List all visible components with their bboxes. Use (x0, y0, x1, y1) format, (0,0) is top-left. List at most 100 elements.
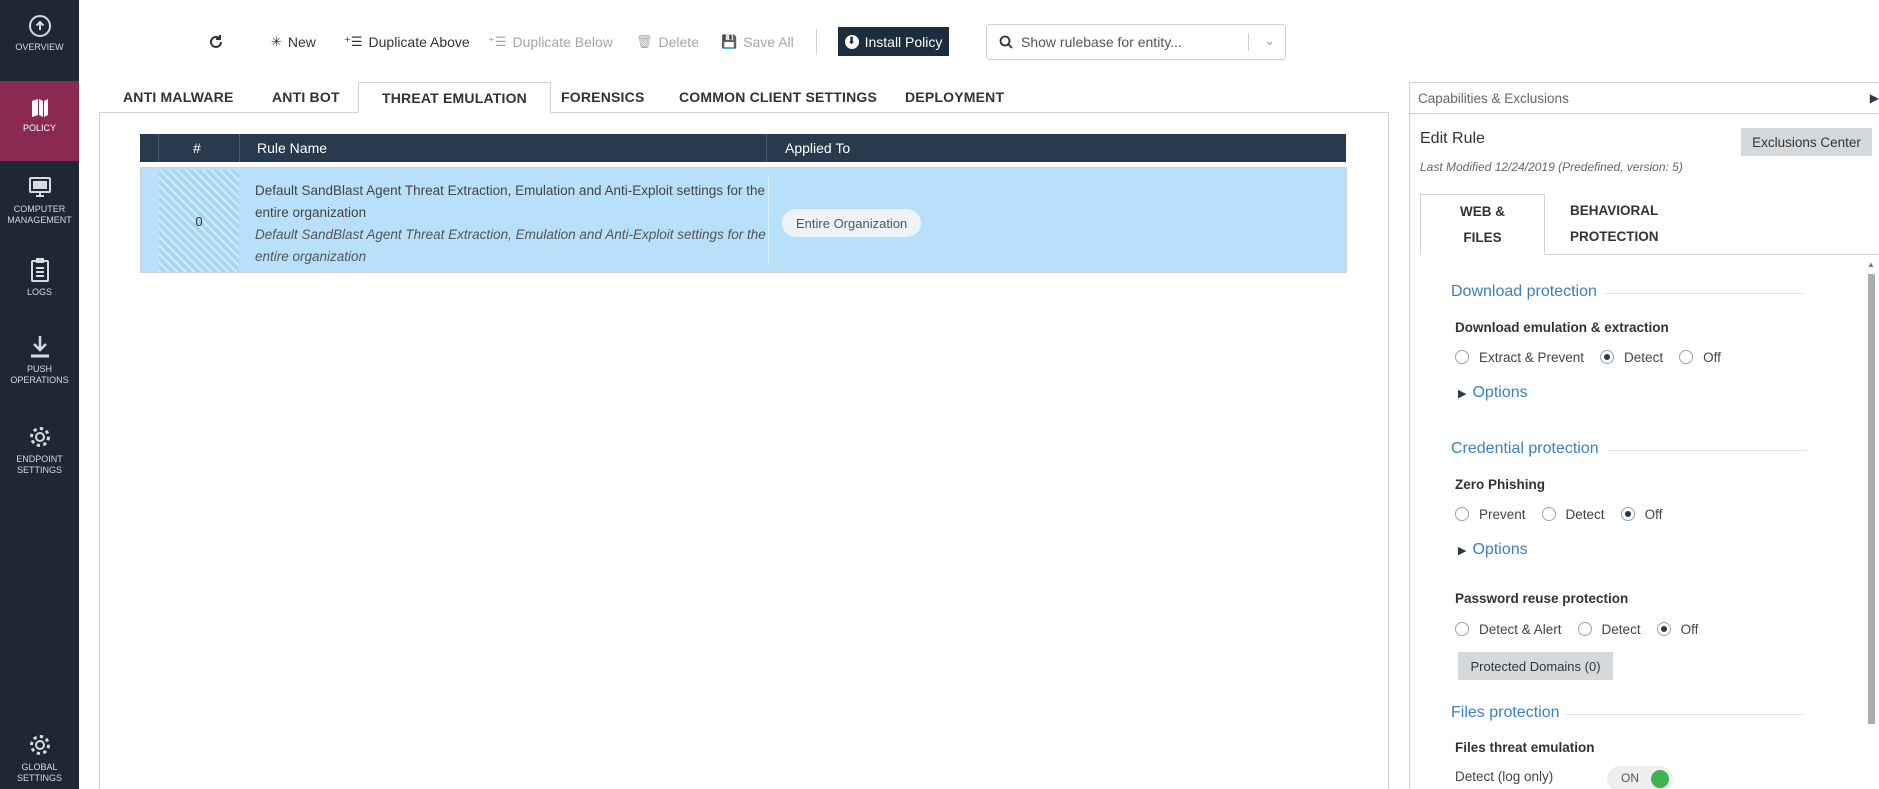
tab-deployment[interactable]: DEPLOYMENT (905, 82, 1004, 112)
sidebar-item-label: OVERVIEW (15, 42, 64, 52)
exclusions-center-button[interactable]: Exclusions Center (1741, 128, 1872, 156)
radio-off[interactable]: Off (1620, 506, 1663, 522)
triangle-right-icon: ▶ (1458, 545, 1467, 557)
overview-icon (28, 15, 51, 37)
radio-dot (1455, 350, 1469, 364)
download-options-link[interactable]: ▶ Options (1458, 384, 1528, 402)
radio-label: Off (1644, 506, 1663, 522)
detect-log-only-label: Detect (log only) (1455, 769, 1554, 784)
capabilities-header: Capabilities & Exclusions ▶ (1409, 82, 1879, 114)
right-panel-scrollbar[interactable]: ▲ (1866, 260, 1876, 789)
chevron-down-icon[interactable]: ⌄ (1264, 33, 1275, 49)
column-header-rule-name[interactable]: Rule Name (257, 140, 327, 156)
sidebar-item-label: PUSH OPERATIONS (10, 364, 69, 385)
tab-behavioral-protection[interactable]: BEHAVIORAL PROTECTION (1570, 194, 1659, 255)
delete-button[interactable]: 🗑 Delete (636, 30, 699, 54)
column-header-applied-to[interactable]: Applied To (785, 140, 850, 156)
new-label: New (287, 34, 316, 50)
radio-dot (1455, 622, 1469, 636)
section-title-download-protection: Download protection (1451, 283, 1597, 300)
duplicate-above-label: Duplicate Above (368, 34, 470, 50)
password-reuse-radio-group: Detect & Alert Detect Off (1455, 619, 1714, 639)
computer-icon (28, 177, 51, 197)
trash-icon: 🗑 (636, 34, 653, 49)
policy-icon (31, 99, 48, 117)
sidebar-item-global-settings[interactable]: GLOBAL SETTINGS (0, 732, 79, 784)
options-label: Options (1472, 384, 1528, 401)
save-all-button[interactable]: 💾 Save All (721, 30, 794, 54)
protected-domains-button[interactable]: Protected Domains (0) (1458, 652, 1613, 680)
sidebar-item-label: GLOBAL SETTINGS (16, 762, 62, 783)
radio-label: Prevent (1479, 506, 1526, 522)
radio-label: Detect & Alert (1479, 621, 1562, 637)
zero-phishing-options-link[interactable]: ▶ Options (1458, 541, 1528, 559)
duplicate-above-button[interactable]: ⁺☰ Duplicate Above (344, 30, 470, 54)
rule-name: Default SandBlast Agent Threat Extractio… (255, 183, 766, 220)
password-reuse-title: Password reuse protection (1455, 591, 1629, 606)
sidebar-item-label: ENDPOINT SETTINGS (16, 454, 63, 475)
rulebase-search-input[interactable]: Show rulebase for entity... ⌄ (986, 24, 1286, 60)
tab-forensics[interactable]: FORENSICS (561, 82, 644, 112)
rule-name-cell[interactable]: Default SandBlast Agent Threat Extractio… (255, 180, 775, 268)
column-divider (239, 134, 240, 162)
sidebar-item-endpoint-settings[interactable]: ENDPOINT SETTINGS (0, 424, 79, 476)
install-policy-button[interactable]: ⬇ Install Policy (838, 27, 949, 56)
toolbar-divider (816, 29, 817, 55)
sidebar-item-label: LOGS (26, 287, 52, 297)
tab-behavioral-protection-line1: BEHAVIORAL (1570, 203, 1659, 218)
radio-dot (1541, 507, 1556, 521)
sidebar-item-label: COMPUTER MANAGEMENT (7, 204, 72, 225)
tab-common-client-settings[interactable]: COMMON CLIENT SETTINGS (679, 82, 877, 112)
radio-detect[interactable]: Detect (1600, 350, 1663, 365)
download-emulation-radio-group: Extract & Prevent Detect Off (1455, 347, 1737, 367)
new-button[interactable]: ✳ New (271, 30, 316, 54)
files-threat-emulation-title: Files threat emulation (1455, 740, 1595, 755)
radio-dot (1577, 622, 1592, 636)
triangle-right-icon: ▶ (1458, 388, 1467, 400)
radio-dot (1679, 350, 1694, 364)
tab-anti-bot[interactable]: ANTI BOT (272, 82, 340, 112)
zero-phishing-radio-group: Prevent Detect Off (1455, 504, 1678, 524)
radio-prevent[interactable]: Prevent (1455, 507, 1526, 522)
table-row[interactable]: 0 Default SandBlast Agent Threat Extract… (140, 167, 1347, 273)
radio-detect[interactable]: Detect (1541, 506, 1605, 522)
sidebar-item-overview[interactable]: OVERVIEW (0, 14, 79, 53)
sidebar-item-label: POLICY (22, 123, 56, 133)
radio-off[interactable]: Off (1679, 350, 1721, 365)
collapse-arrow-icon[interactable]: ▶ (1870, 91, 1879, 105)
scroll-up-arrow-icon[interactable]: ▲ (1867, 260, 1875, 269)
save-all-label: Save All (743, 34, 794, 50)
sidebar: OVERVIEW POLICY COMPUTER MANAGEMENT LOGS… (0, 0, 79, 789)
radio-off[interactable]: Off (1656, 622, 1698, 637)
tab-behavioral-protection-line2: PROTECTION (1570, 229, 1659, 244)
sidebar-item-push-operations[interactable]: PUSH OPERATIONS (0, 334, 79, 386)
scrollbar-thumb[interactable] (1868, 274, 1875, 724)
tab-web-and-files[interactable]: WEB & FILES (1420, 194, 1545, 255)
files-emulation-toggle[interactable]: ON (1607, 766, 1673, 789)
install-policy-label: Install Policy (864, 33, 943, 50)
refresh-button[interactable] (205, 31, 227, 53)
rule-number: 0 (159, 170, 239, 272)
download-icon (30, 336, 49, 358)
tab-threat-emulation[interactable]: THREAT EMULATION (358, 82, 551, 113)
capabilities-title: Capabilities & Exclusions (1418, 90, 1569, 106)
search-divider (1248, 33, 1249, 51)
applied-to-chip[interactable]: Entire Organization (782, 209, 922, 237)
sidebar-item-computer-management[interactable]: COMPUTER MANAGEMENT (0, 176, 79, 226)
section-divider (1608, 450, 1806, 451)
radio-extract-prevent[interactable]: Extract & Prevent (1455, 350, 1584, 365)
section-title-credential-protection: Credential protection (1451, 440, 1599, 457)
column-divider (766, 134, 767, 162)
sidebar-item-policy[interactable]: POLICY (0, 81, 79, 161)
search-placeholder: Show rulebase for entity... (1021, 34, 1182, 50)
duplicate-above-icon: ⁺☰ (344, 34, 363, 49)
tab-anti-malware[interactable]: ANTI MALWARE (123, 82, 234, 112)
radio-detect[interactable]: Detect (1577, 622, 1641, 637)
duplicate-below-button[interactable]: ⁺☰ Duplicate Below (488, 30, 613, 54)
column-header-number: # (193, 140, 201, 156)
radio-label: Detect (1565, 506, 1605, 522)
sidebar-item-logs[interactable]: LOGS (0, 257, 79, 298)
gear-icon (29, 427, 50, 447)
radio-detect-alert[interactable]: Detect & Alert (1455, 622, 1562, 637)
radio-dot (1455, 507, 1469, 521)
